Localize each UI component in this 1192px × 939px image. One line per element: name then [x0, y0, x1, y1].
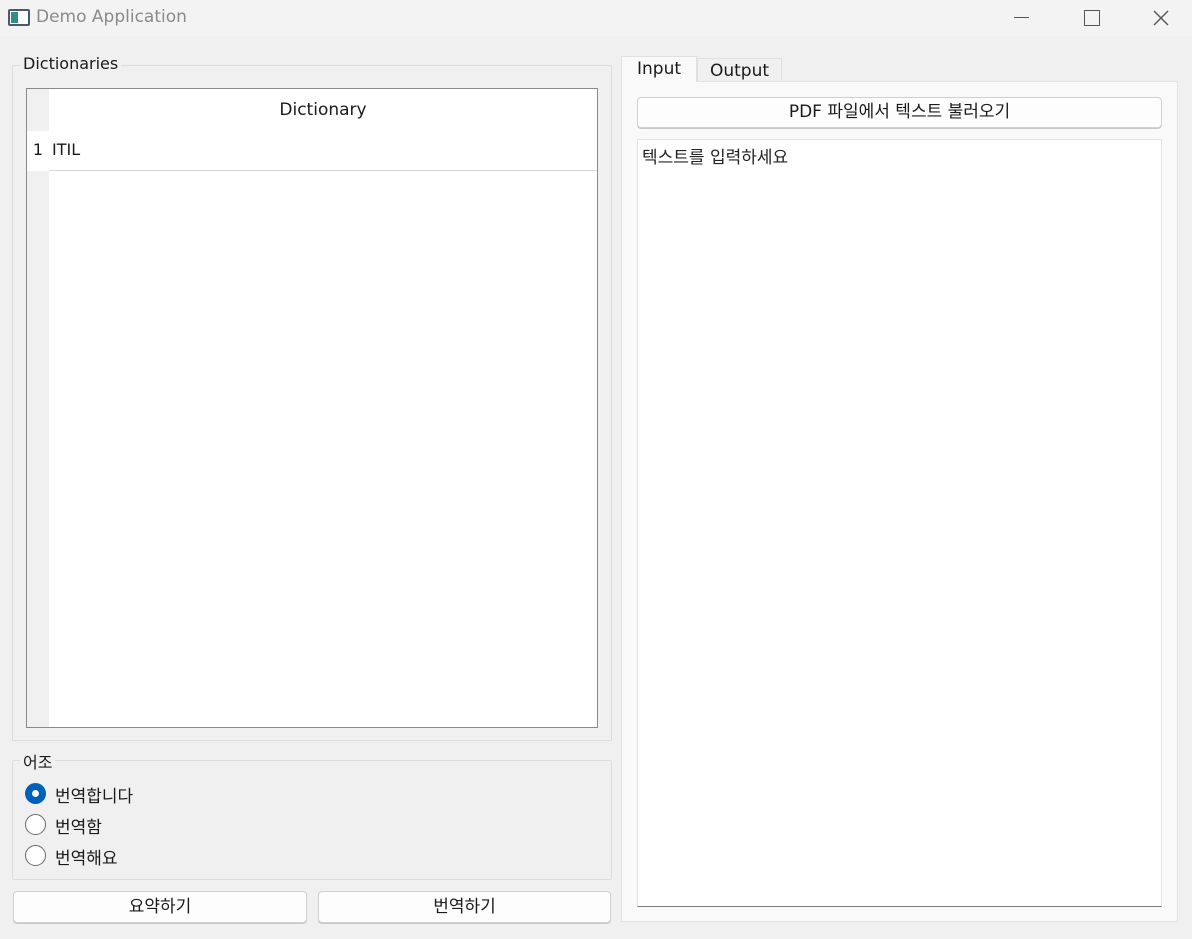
radio-button[interactable] [25, 814, 46, 835]
input-placeholder: 텍스트를 입력하세요 [642, 148, 789, 168]
dictionaries-group-title: Dictionaries [20, 54, 122, 73]
translate-button[interactable]: 번역하기 [318, 891, 611, 923]
summarize-button[interactable]: 요약하기 [13, 891, 307, 923]
row-header-column [27, 89, 49, 727]
row-number[interactable]: 1 [27, 131, 49, 171]
dictionary-cell[interactable]: ITIL [52, 131, 80, 169]
input-text-area[interactable]: 텍스트를 입력하세요 [637, 139, 1162, 907]
tab-input[interactable]: Input [621, 56, 697, 82]
radio-label[interactable]: 번역함 [55, 813, 102, 838]
radio-button[interactable] [25, 845, 46, 866]
radio-label[interactable]: 번역합니다 [55, 782, 133, 807]
close-button[interactable] [1126, 0, 1192, 36]
maximize-button[interactable] [1056, 0, 1126, 36]
tab-output[interactable]: Output [697, 58, 782, 81]
minimize-button[interactable] [986, 0, 1056, 36]
load-pdf-button[interactable]: PDF 파일에서 텍스트 불러오기 [637, 97, 1162, 128]
dictionary-table[interactable]: Dictionary 1 ITIL [26, 88, 598, 728]
radio-label[interactable]: 번역해요 [55, 844, 118, 869]
column-header-dictionary[interactable]: Dictionary [49, 89, 597, 131]
table-row[interactable]: 1 ITIL [27, 131, 597, 171]
radio-button-checked[interactable] [25, 783, 46, 804]
title-bar: Demo Application [0, 0, 1192, 36]
tone-group-title: 어조 [20, 749, 56, 773]
close-icon [1153, 10, 1169, 26]
app-icon [8, 9, 30, 26]
window-title: Demo Application [36, 7, 187, 27]
